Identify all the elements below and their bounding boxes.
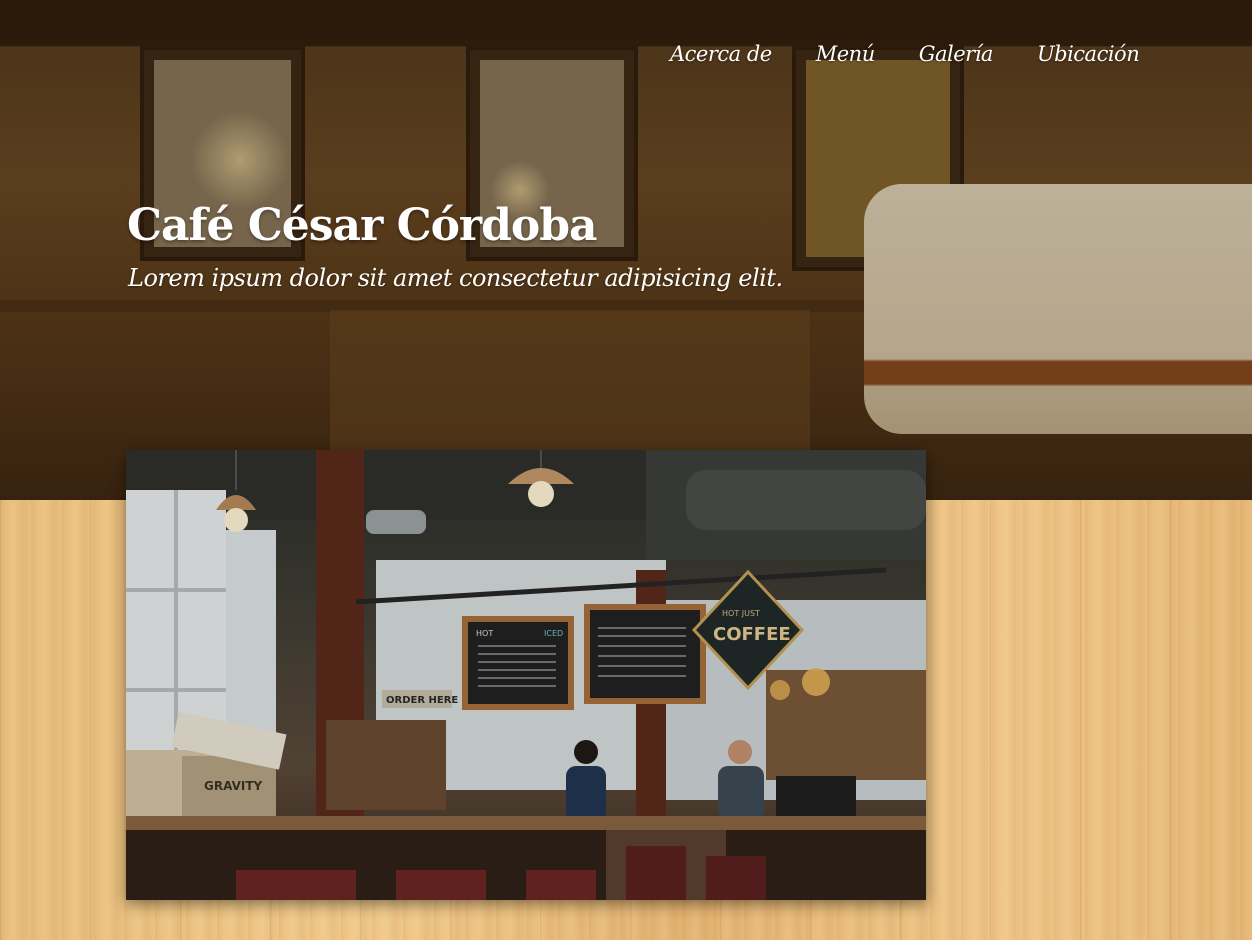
hero-section: Acerca de Menú Galería Ubicación Café Cé… [0, 0, 1252, 500]
nav-link-location[interactable]: Ubicación [1037, 42, 1140, 66]
nav-link-about[interactable]: Acerca de [670, 42, 772, 66]
nav-link-gallery[interactable]: Galería [919, 42, 994, 66]
main-nav: Acerca de Menú Galería Ubicación [670, 42, 1140, 66]
cafe-photo: HOT ICED HOT JUST COFFEE ORDER HERE [126, 450, 926, 900]
page-tagline: Lorem ipsum dolor sit amet consectetur a… [128, 264, 783, 292]
nav-link-menu[interactable]: Menú [816, 42, 875, 66]
page-title: Café César Córdoba [127, 200, 598, 251]
cafe-interior-image: HOT ICED HOT JUST COFFEE ORDER HERE [126, 450, 926, 900]
